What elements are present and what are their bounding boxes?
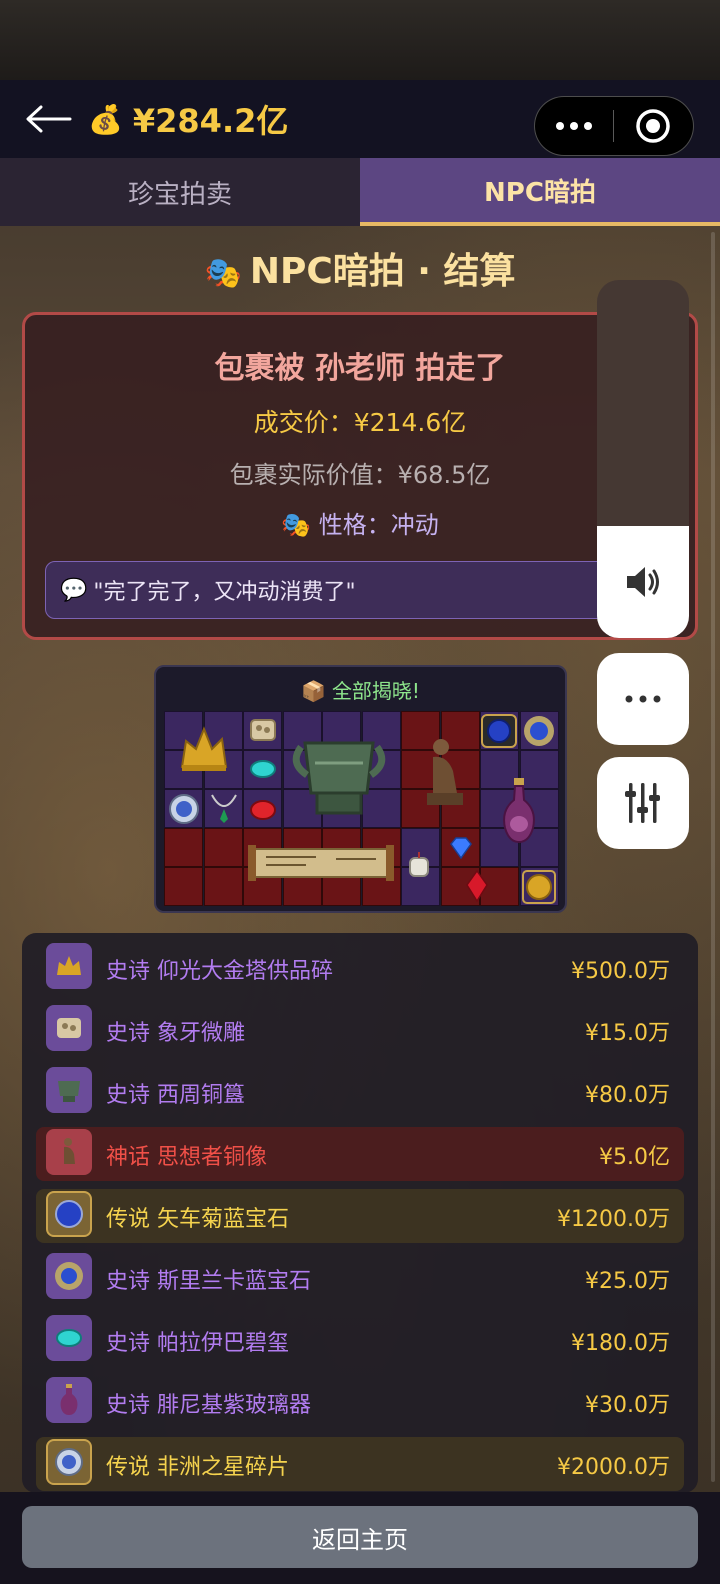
item-price: ¥80.0万: [585, 1083, 670, 1108]
list-item[interactable]: 史诗 腓尼基紫玻璃器 ¥30.0万: [36, 1375, 684, 1429]
top-navigation-bar: 💰 ¥284.2亿: [0, 80, 720, 158]
paraiba-tourmaline-icon: [46, 1315, 92, 1361]
list-item[interactable]: 史诗 斯里兰卡蓝宝石 ¥25.0万: [36, 1251, 684, 1305]
grid-cell: [203, 828, 243, 867]
purple-glass-vase-icon: [46, 1377, 92, 1423]
bronze-vessel-icon: [46, 1067, 92, 1113]
return-home-button[interactable]: 返回主页: [22, 1506, 698, 1568]
gold-fragment-icon: [46, 943, 92, 989]
item-price: ¥30.0万: [585, 1393, 670, 1418]
blue-diamond-icon: [444, 831, 478, 865]
back-button[interactable]: [22, 98, 74, 140]
deal-price: 成交价：¥214.6亿: [253, 408, 467, 437]
gold-coin-icon: [520, 869, 558, 905]
ruby-gem-icon: [246, 795, 280, 825]
balance-amount: ¥284.2亿: [132, 102, 289, 140]
grid-cell: [203, 867, 243, 906]
thinker-statue-icon: [414, 731, 474, 811]
ancient-scroll-icon: [246, 841, 396, 885]
ivory-carving-icon: [246, 715, 280, 745]
item-price: ¥15.0万: [585, 1021, 670, 1046]
status-bar-area: [0, 0, 720, 80]
gold-fragment-icon: [174, 719, 234, 779]
item-list-panel: 史诗 仰光大金塔供品碎 ¥500.0万 史诗 象牙微雕 ¥15.0万 史诗 西周…: [22, 933, 698, 1493]
item-name: 传说 矢车菊蓝宝石: [106, 1207, 289, 1232]
more-dots-icon: [625, 695, 661, 703]
volume-track: [597, 280, 689, 526]
purple-glass-vase-icon: [494, 773, 544, 849]
volume-slider[interactable]: [597, 280, 689, 638]
page-title-text: NPC暗拍 · 结算: [249, 251, 516, 292]
item-price: ¥1200.0万: [557, 1207, 670, 1232]
list-item[interactable]: 史诗 西周铜簋 ¥80.0万: [36, 1065, 684, 1119]
package-reveal-panel: 📦 全部揭晓!: [154, 665, 567, 913]
personality-text: 性格：冲动: [318, 511, 439, 539]
volume-level: [597, 526, 689, 638]
ivory-carving-icon: [46, 1005, 92, 1051]
item-price: ¥2000.0万: [557, 1455, 670, 1480]
more-dots-icon: [555, 122, 592, 130]
jade-pendant-icon: [402, 847, 436, 883]
item-name: 史诗 斯里兰卡蓝宝石: [106, 1269, 311, 1294]
npc-quote-text: "完了完了，又冲动消费了": [93, 580, 356, 605]
list-item[interactable]: 传说 非洲之星碎片 ¥2000.0万: [36, 1437, 684, 1491]
tab-bar: 珍宝拍卖 NPC暗拍: [0, 158, 720, 226]
item-price: ¥180.0万: [571, 1331, 670, 1356]
thinker-statue-icon: [46, 1129, 92, 1175]
item-name: 史诗 西周铜簋: [106, 1083, 245, 1108]
mini-program-capsule: [534, 96, 694, 156]
speech-bubble-icon: 💬: [60, 577, 88, 603]
theater-masks-icon: 🎭: [204, 256, 242, 291]
list-item[interactable]: 神话 思想者铜像 ¥5.0亿: [36, 1127, 684, 1181]
item-name: 史诗 仰光大金塔供品碎: [106, 959, 333, 984]
package-box-icon: 📦: [301, 679, 326, 703]
item-name: 史诗 象牙微雕: [106, 1021, 245, 1046]
back-arrow-icon: [26, 105, 72, 133]
red-crystal-icon: [460, 867, 494, 905]
item-name: 神话 思想者铜像: [106, 1145, 267, 1170]
item-price: ¥25.0万: [585, 1269, 670, 1294]
sapphire-brooch-icon: [46, 1253, 92, 1299]
reveal-item-grid: [164, 711, 559, 906]
money-bag-icon: 💰: [88, 102, 123, 136]
tab-npc-blind-auction[interactable]: NPC暗拍: [360, 158, 720, 226]
capsule-more-button[interactable]: [535, 97, 613, 155]
capsule-close-button[interactable]: [614, 97, 694, 155]
theater-masks-icon: 🎭: [281, 511, 312, 539]
emerald-necklace-icon: [206, 789, 242, 827]
sapphire-brooch-icon: [520, 711, 558, 751]
balance-display: 💰 ¥284.2亿: [88, 98, 288, 140]
page-scrollbar[interactable]: [711, 232, 715, 1482]
blue-sapphire-icon: [478, 711, 520, 751]
grid-cell: [164, 828, 203, 867]
star-of-africa-icon: [46, 1439, 92, 1485]
item-name: 传说 非洲之星碎片: [106, 1455, 289, 1480]
equalizer-sliders-icon: [625, 783, 660, 823]
item-price: ¥500.0万: [571, 959, 670, 984]
equalizer-button[interactable]: [597, 757, 689, 849]
bronze-vessel-icon: [284, 721, 394, 821]
blue-sapphire-icon: [46, 1191, 92, 1237]
npc-quote-bubble: 💬 "完了完了，又冲动消费了": [45, 561, 675, 619]
npc-personality: 🎭 性格：冲动: [25, 505, 695, 540]
item-name: 史诗 帕拉伊巴碧玺: [106, 1331, 289, 1356]
list-item[interactable]: 史诗 仰光大金塔供品碎 ¥500.0万: [36, 941, 684, 995]
grid-cell: [164, 867, 203, 906]
reveal-title: 📦 全部揭晓!: [156, 675, 565, 704]
star-of-africa-icon: [166, 791, 202, 827]
actual-value: 包裹实际价值：¥68.5亿: [229, 461, 491, 489]
item-price: ¥5.0亿: [599, 1145, 670, 1170]
tab-treasure-auction[interactable]: 珍宝拍卖: [0, 158, 360, 226]
target-circle-icon: [636, 109, 671, 143]
paraiba-tourmaline-icon: [246, 755, 280, 783]
more-options-button[interactable]: [597, 653, 689, 745]
list-item[interactable]: 史诗 帕拉伊巴碧玺 ¥180.0万: [36, 1313, 684, 1367]
item-name: 史诗 腓尼基紫玻璃器: [106, 1393, 311, 1418]
footer-bar: 返回主页: [0, 1492, 720, 1584]
list-item[interactable]: 史诗 象牙微雕 ¥15.0万: [36, 1003, 684, 1057]
reveal-title-text: 全部揭晓!: [331, 679, 420, 703]
winner-text: 包裹被 孙老师 拍走了: [214, 351, 506, 386]
speaker-icon: [627, 567, 659, 597]
list-item[interactable]: 传说 矢车菊蓝宝石 ¥1200.0万: [36, 1189, 684, 1243]
